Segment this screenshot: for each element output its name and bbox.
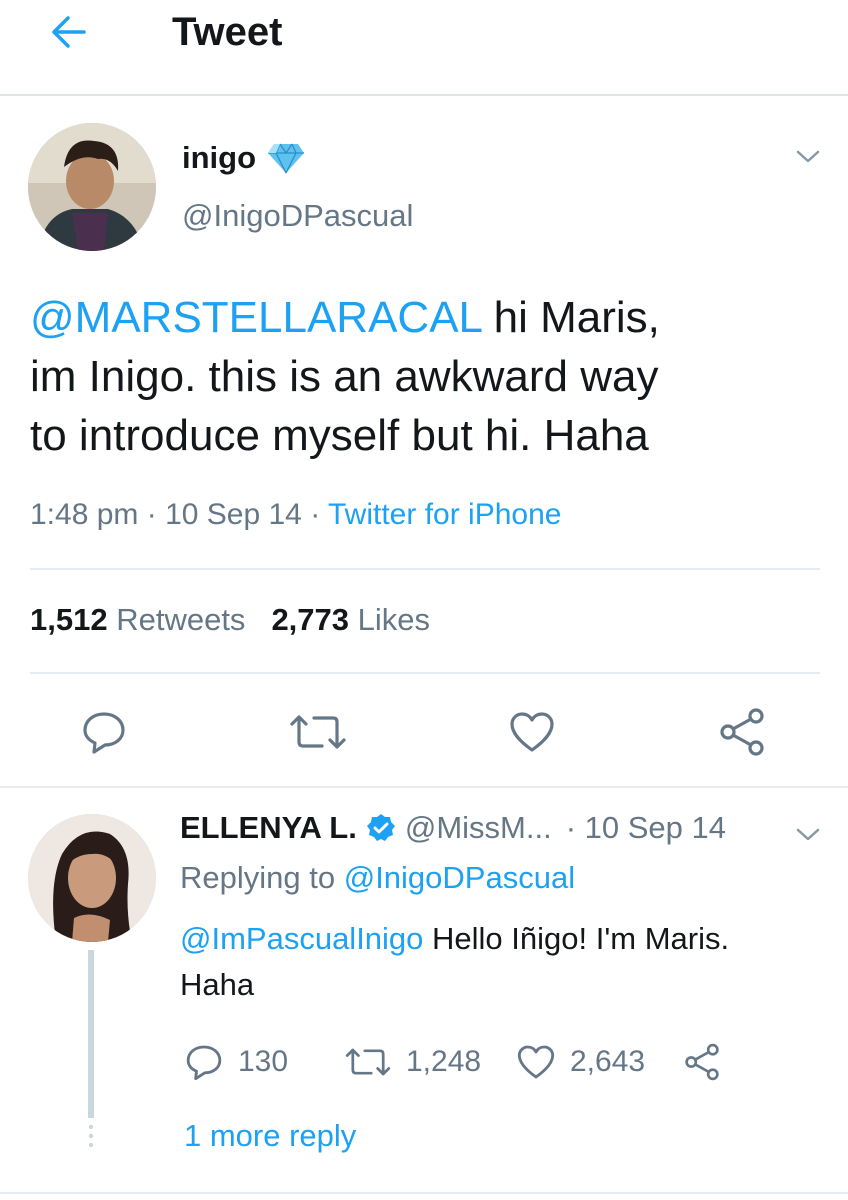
likes-label: Likes <box>357 602 431 637</box>
avatar[interactable] <box>28 123 156 251</box>
separator-dot: · <box>310 498 329 531</box>
divider <box>0 786 848 788</box>
tweet-metadata: 1:48 pm · 10 Sep 14 · Twitter for iPhone <box>30 498 561 532</box>
chevron-down-icon[interactable] <box>792 144 824 168</box>
arrow-left-icon[interactable] <box>44 12 88 52</box>
reply-mention-link[interactable]: @ImPascualInigo <box>180 921 423 956</box>
likes-stat[interactable]: 2,773 Likes <box>271 602 430 637</box>
tweet-source-link[interactable]: Twitter for iPhone <box>328 498 561 531</box>
share-icon[interactable] <box>716 706 768 758</box>
heart-icon[interactable] <box>508 710 556 754</box>
reply-handle[interactable]: @MissM... <box>405 810 552 846</box>
retweet-count: 1,248 <box>406 1045 482 1078</box>
tweet-text-line1: hi Maris, <box>481 293 660 342</box>
tweet-text-line2: im Inigo. this is an awkward way <box>30 352 659 401</box>
top-bar: Tweet <box>0 0 848 96</box>
reply-date: · 10 Sep 14 <box>565 810 726 845</box>
reply-icon <box>186 1045 222 1081</box>
separator-dot: · <box>146 498 166 531</box>
reply-display-name[interactable]: ELLENYA L. <box>180 810 357 846</box>
divider <box>30 672 820 674</box>
retweets-label: Retweets <box>116 602 246 637</box>
more-replies-link[interactable]: 1 more reply <box>184 1118 356 1154</box>
reply-actions: 130 1,248 2,643 <box>184 1042 736 1082</box>
verified-badge-icon <box>366 814 395 841</box>
user-handle[interactable]: @InigoDPascual <box>182 198 413 234</box>
reply-retweet-button[interactable]: 1,248 <box>344 1045 516 1079</box>
reply-text-part1: Hello Iñigo! I'm Maris. <box>423 921 730 956</box>
page-title: Tweet <box>172 10 283 54</box>
reply-header: ELLENYA L. @MissM... · 10 Sep 14 <box>180 810 726 846</box>
replying-handle-link[interactable]: @InigoDPascual <box>344 860 575 895</box>
retweet-icon[interactable] <box>288 712 348 752</box>
reply-reply-button[interactable]: 130 <box>184 1042 344 1082</box>
reply-text-line2: Haha <box>180 967 255 1002</box>
retweets-count: 1,512 <box>30 602 108 637</box>
reply-icon[interactable] <box>80 708 128 756</box>
tweet-text-line3: to introduce myself but hi. Haha <box>30 411 649 460</box>
heart-icon <box>517 1045 555 1079</box>
reply-text: @ImPascualInigo Hello Iñigo! I'm Maris. … <box>180 916 820 1008</box>
share-icon <box>685 1043 719 1081</box>
thread-dots <box>88 1124 94 1148</box>
replying-prefix: Replying to <box>180 860 344 895</box>
thread-line <box>88 950 94 1118</box>
display-name[interactable]: inigo <box>182 140 256 176</box>
reply-count: 130 <box>238 1045 289 1078</box>
reply-share-button[interactable] <box>682 1042 736 1082</box>
like-count: 2,643 <box>570 1045 646 1078</box>
mention-link[interactable]: @MARSTELLARACAL <box>30 293 481 342</box>
likes-count: 2,773 <box>271 602 350 637</box>
replying-to: Replying to @InigoDPascual <box>180 860 575 896</box>
tweet-time: 1:48 pm <box>30 498 139 531</box>
tweet-text: @MARSTELLARACAL hi Maris, im Inigo. this… <box>30 288 820 465</box>
chevron-down-icon[interactable] <box>792 822 824 846</box>
avatar-image <box>28 123 156 251</box>
retweets-stat[interactable]: 1,512 Retweets <box>30 602 245 637</box>
avatar-image <box>28 814 156 942</box>
divider <box>30 568 820 570</box>
diamond-emoji-icon <box>268 143 305 174</box>
divider <box>0 1192 848 1194</box>
tweet-author: inigo <box>182 140 306 176</box>
reply-like-button[interactable]: 2,643 <box>516 1043 682 1081</box>
tweet-stats: 1,512 Retweets 2,773 Likes <box>30 602 430 638</box>
retweet-icon <box>345 1048 391 1076</box>
reply-date-value: 10 Sep 14 <box>584 810 726 845</box>
reply-avatar[interactable] <box>28 814 156 942</box>
tweet-date: 10 Sep 14 <box>165 498 302 531</box>
